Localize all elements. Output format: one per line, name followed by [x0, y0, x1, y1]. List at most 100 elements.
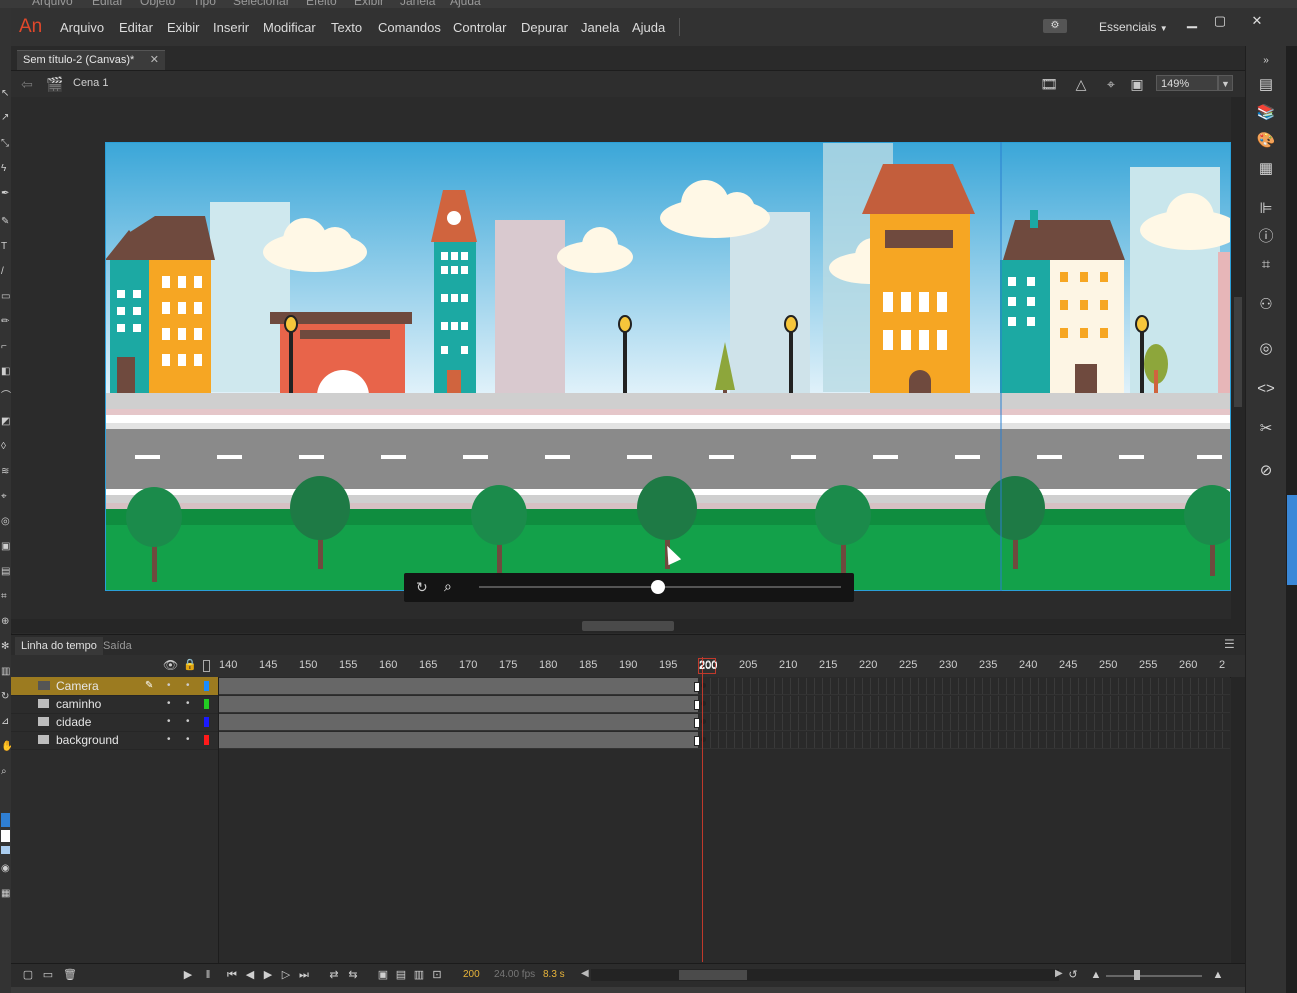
- workspace-sync-icon[interactable]: ⚙: [1043, 19, 1067, 33]
- menu-exibir[interactable]: Exibir: [167, 20, 200, 35]
- smooth-option-icon[interactable]: ▦: [1, 888, 10, 899]
- loop-icon[interactable]: ⇄: [327, 968, 341, 982]
- paint-brush-tool-icon[interactable]: ⌐: [1, 341, 10, 352]
- subselection-tool-icon[interactable]: ↗: [1, 112, 10, 123]
- frame-span[interactable]: [219, 732, 698, 748]
- tab-output[interactable]: Saída: [103, 637, 132, 655]
- empty-frames[interactable]: [702, 732, 1230, 748]
- cc-libraries-panel-icon[interactable]: ◎: [1254, 338, 1278, 360]
- parent-view-icon[interactable]: ‖: [201, 968, 215, 982]
- layer-color-swatch[interactable]: [204, 717, 209, 727]
- history-panel-icon[interactable]: ⊘: [1254, 460, 1278, 482]
- properties-panel-icon[interactable]: ▤: [1254, 74, 1278, 96]
- camera-toggle-icon[interactable]: ▶: [181, 968, 195, 982]
- transform-panel-icon[interactable]: ⌗: [1254, 254, 1278, 276]
- free-transform-tool-icon[interactable]: ⤡: [1, 138, 10, 149]
- edit-symbols-icon[interactable]: △: [1071, 75, 1091, 93]
- hand-tool-icon[interactable]: ✋: [1, 741, 13, 752]
- playhead-frame-label[interactable]: 200: [698, 658, 717, 674]
- stage-vertical-scrollbar[interactable]: [1231, 97, 1245, 619]
- pen-tool-icon[interactable]: ✒: [1, 188, 10, 199]
- empty-frames[interactable]: [702, 678, 1230, 694]
- minimize-button[interactable]: ▁: [1179, 12, 1205, 30]
- modify-onion-markers-icon[interactable]: ⊡: [430, 968, 444, 982]
- layer-color-swatch[interactable]: [204, 681, 209, 691]
- menu-controlar[interactable]: Controlar: [453, 20, 506, 35]
- zoom-in-timeline-icon[interactable]: ▲: [1211, 968, 1225, 982]
- menu-editar[interactable]: Editar: [119, 20, 153, 35]
- snap-to-objects-icon[interactable]: ◉: [1, 863, 10, 874]
- code-snippets-panel-icon[interactable]: <>: [1254, 378, 1278, 400]
- stage-vertical-scroll-thumb[interactable]: [1234, 297, 1242, 407]
- stage-horizontal-scrollbar[interactable]: [11, 619, 1245, 633]
- frame-row-caminho[interactable]: [219, 695, 1230, 713]
- menu-modificar[interactable]: Modificar: [263, 20, 316, 35]
- object-tool-icon[interactable]: ⊕: [1, 616, 10, 627]
- menu-arquivo[interactable]: Arquivo: [60, 20, 104, 35]
- ink-bottle-tool-icon[interactable]: ◊: [1, 441, 10, 452]
- go-to-first-frame-icon[interactable]: ⏮: [225, 968, 239, 982]
- new-layer-icon[interactable]: ▢: [21, 968, 35, 982]
- lock-dot[interactable]: •: [186, 698, 190, 709]
- playhead[interactable]: [702, 657, 703, 962]
- timeline-zoom-handle[interactable]: [1134, 970, 1140, 980]
- center-frame-icon[interactable]: ↺: [1066, 968, 1080, 982]
- color-panel-icon[interactable]: 🎨: [1254, 130, 1278, 152]
- stroke-color-swatch[interactable]: [1, 813, 10, 827]
- layer-color-swatch[interactable]: [204, 735, 209, 745]
- edit-multiple-frames-icon[interactable]: ▥: [412, 968, 426, 982]
- delete-layer-icon[interactable]: 🗑: [63, 968, 77, 982]
- menu-ajuda[interactable]: Ajuda: [632, 20, 665, 35]
- layer-row-cidade[interactable]: cidade • •: [11, 713, 218, 732]
- frame-row-camera[interactable]: [219, 677, 1230, 695]
- asset-warp-tool-icon[interactable]: ⌗: [1, 591, 10, 602]
- tween-span[interactable]: [219, 678, 698, 694]
- camera-zoom-icon[interactable]: ⌕: [444, 578, 452, 595]
- clip-content-icon[interactable]: ▣: [1127, 75, 1147, 93]
- tab-timeline[interactable]: Linha do tempo: [15, 637, 103, 655]
- camera-tool-icon[interactable]: ▣: [1, 541, 10, 552]
- center-stage-icon[interactable]: ⌖: [1101, 75, 1121, 93]
- zoom-dropdown-icon[interactable]: ▼: [1218, 75, 1233, 91]
- pin-tool-icon[interactable]: ⊿: [1, 716, 10, 727]
- bone-tool-icon[interactable]: ⌒: [1, 391, 11, 402]
- lasso-tool-icon[interactable]: ϟ: [1, 163, 10, 174]
- elapsed-time-readout[interactable]: 8.3 s: [543, 969, 565, 980]
- menu-texto[interactable]: Texto: [331, 20, 362, 35]
- library-panel-icon[interactable]: 📚: [1254, 102, 1278, 124]
- empty-frames[interactable]: [702, 696, 1230, 712]
- menu-janela[interactable]: Janela: [581, 20, 619, 35]
- stage-canvas[interactable]: [105, 142, 1231, 591]
- lock-dot[interactable]: •: [186, 680, 190, 691]
- timeline-horizontal-scrollbar[interactable]: ◀ ▶: [581, 968, 1063, 981]
- layer-row-camera[interactable]: Camera ✎ • •: [11, 677, 218, 696]
- camera-zoom-slider-handle[interactable]: [651, 580, 665, 594]
- layer-row-caminho[interactable]: caminho • •: [11, 695, 218, 714]
- layer-row-background[interactable]: background • •: [11, 731, 218, 750]
- panel-menu-icon[interactable]: ☰: [1224, 637, 1235, 651]
- fps-readout[interactable]: 24.00 fps: [494, 969, 535, 980]
- scroll-right-icon[interactable]: ▶: [1055, 968, 1063, 979]
- info-panel-icon[interactable]: ⓘ: [1254, 226, 1278, 248]
- frame-row-cidade[interactable]: [219, 713, 1230, 731]
- brush-tool-icon[interactable]: ✎: [1, 216, 10, 227]
- timeline-scroll-thumb[interactable]: [679, 970, 747, 980]
- scroll-left-icon[interactable]: ◀: [581, 968, 589, 979]
- close-tab-icon[interactable]: ✕: [150, 51, 159, 70]
- frames-area[interactable]: [219, 677, 1230, 963]
- lock-dot[interactable]: •: [186, 716, 190, 727]
- document-tab[interactable]: Sem título-2 (Canvas)* ✕: [17, 50, 165, 70]
- 3d-rotation-tool-icon[interactable]: ◎: [1, 516, 10, 527]
- visibility-dot[interactable]: •: [167, 698, 171, 709]
- current-frame-readout[interactable]: 200: [463, 969, 480, 980]
- menu-comandos[interactable]: Comandos: [378, 20, 441, 35]
- timeline-zoom-slider[interactable]: [1106, 975, 1202, 977]
- lock-dot[interactable]: •: [186, 734, 190, 745]
- visibility-dot[interactable]: •: [167, 680, 171, 691]
- loop-range-icon[interactable]: ⇆: [346, 968, 360, 982]
- frame-span[interactable]: [219, 696, 698, 712]
- lock-all-icon[interactable]: 🔒: [183, 658, 197, 671]
- edit-scene-icon[interactable]: 🎞: [1039, 75, 1059, 93]
- outline-all-icon[interactable]: [203, 660, 210, 672]
- width-tool-icon[interactable]: ≋: [1, 466, 10, 477]
